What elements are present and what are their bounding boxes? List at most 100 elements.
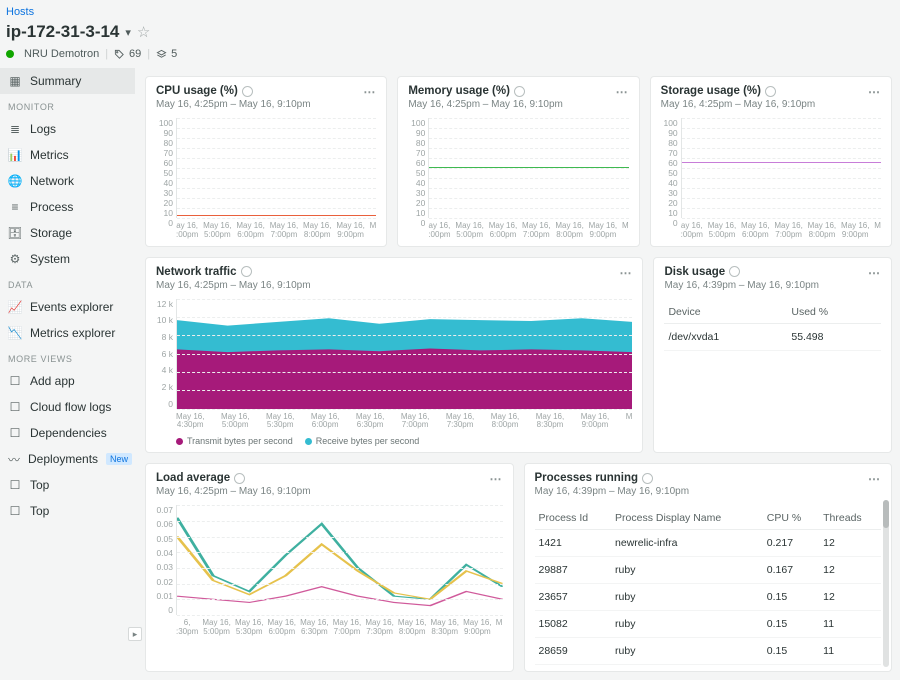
- sidebar-item-label: Logs: [30, 122, 56, 136]
- tag-icon: [114, 49, 125, 60]
- card-menu-icon[interactable]: ⋯: [868, 85, 881, 99]
- tag-count[interactable]: 69: [114, 48, 141, 60]
- related-count[interactable]: 5: [156, 48, 177, 60]
- sidebar-item-top[interactable]: ☐Top: [0, 472, 135, 498]
- table-header[interactable]: Device: [664, 301, 787, 324]
- network-icon: 🌐: [8, 174, 22, 188]
- card-menu-icon[interactable]: ⋯: [490, 472, 503, 486]
- info-icon[interactable]: [241, 266, 252, 277]
- info-icon[interactable]: [729, 266, 740, 277]
- sidebar-group-header: MORE VIEWS: [0, 346, 135, 368]
- mem-title: Memory usage (%): [408, 85, 510, 97]
- net-title: Network traffic: [156, 266, 237, 278]
- logs-icon: ≣: [8, 122, 22, 136]
- sidebar-item-label: Storage: [30, 226, 72, 240]
- info-icon[interactable]: [642, 473, 653, 484]
- legend-swatch: [176, 438, 183, 445]
- info-icon[interactable]: [234, 473, 245, 484]
- metrics-explorer-icon: 📉: [8, 326, 22, 340]
- sidebar-item-network[interactable]: 🌐Network: [0, 168, 135, 194]
- breadcrumb-bar: Hosts: [0, 0, 900, 22]
- card-menu-icon[interactable]: ⋯: [868, 472, 881, 486]
- events-explorer-icon: 📈: [8, 300, 22, 314]
- sidebar-item-top[interactable]: ☐Top: [0, 498, 135, 524]
- sidebar-item-process[interactable]: ≡ Process: [0, 194, 135, 220]
- sidebar-item-label: Deployments: [28, 452, 98, 466]
- sidebar-item-storage[interactable]: 🗄 Storage: [0, 220, 135, 246]
- legend-item: Receive bytes per second: [305, 436, 420, 446]
- sidebar-item-system[interactable]: ⚙System: [0, 246, 135, 272]
- info-icon[interactable]: [242, 86, 253, 97]
- sidebar-item-label: Top: [30, 504, 49, 518]
- table-header[interactable]: Process Id: [535, 507, 612, 530]
- dependencies-icon: ☐: [8, 426, 22, 440]
- table-row[interactable]: 28659ruby0.1511: [535, 638, 882, 665]
- sidebar-group-header: DATA: [0, 272, 135, 294]
- sidebar-item-label: Dependencies: [30, 426, 107, 440]
- table-row[interactable]: 15082ruby0.1511: [535, 611, 882, 638]
- scrollbar-thumb[interactable]: [883, 500, 889, 528]
- entity-meta-row: NRU Demotron | 69 | 5: [0, 46, 900, 68]
- processes-table: Process IdProcess Display NameCPU %Threa…: [535, 507, 882, 665]
- sidebar-item-label: Metrics: [30, 148, 69, 162]
- time-range: May 16, 4:25pm – May 16, 9:10pm: [156, 99, 376, 110]
- table-header[interactable]: Process Display Name: [611, 507, 763, 530]
- deployments-icon: 〰: [8, 452, 20, 466]
- page-title: ip-172-31-3-14: [6, 22, 119, 42]
- sidebar-item-dependencies[interactable]: ☐ Dependencies: [0, 420, 135, 446]
- table-header[interactable]: Used %: [787, 301, 881, 324]
- chevron-down-icon[interactable]: ▾: [125, 26, 131, 39]
- card-menu-icon[interactable]: ⋯: [868, 266, 881, 280]
- main-content: ⋯ CPU usage (%) May 16, 4:25pm – May 16,…: [135, 68, 900, 680]
- sidebar: ▦SummaryMONITOR≣Logs📊Metrics🌐Network≡Pro…: [0, 68, 135, 680]
- sidebar-item-label: System: [30, 252, 70, 266]
- time-range: May 16, 4:25pm – May 16, 9:10pm: [156, 486, 503, 497]
- metrics-icon: 📊: [8, 148, 22, 162]
- add-app-icon: ☐: [8, 374, 22, 388]
- table-row[interactable]: 23657ruby0.1512: [535, 584, 882, 611]
- sidebar-item-label: Cloud flow logs: [30, 400, 111, 414]
- summary-icon: ▦: [8, 74, 22, 88]
- breadcrumb-hosts[interactable]: Hosts: [6, 6, 34, 18]
- card-menu-icon[interactable]: ⋯: [363, 85, 376, 99]
- sidebar-collapse-icon[interactable]: ▸: [128, 627, 142, 641]
- sidebar-item-label: Metrics explorer: [30, 326, 115, 340]
- sidebar-item-label: Process: [30, 200, 73, 214]
- favorite-star-icon[interactable]: ☆: [137, 23, 150, 41]
- cloud-flow-logs-icon: ☐: [8, 400, 22, 414]
- account-name: NRU Demotron: [24, 48, 99, 60]
- sidebar-item-deployments[interactable]: 〰DeploymentsNew: [0, 446, 135, 472]
- storage-icon: 🗄: [8, 226, 22, 240]
- sto-title: Storage usage (%): [661, 85, 761, 97]
- sto-line: [682, 162, 881, 163]
- sidebar-item-add-app[interactable]: ☐Add app: [0, 368, 135, 394]
- time-range: May 16, 4:39pm – May 16, 9:10pm: [664, 280, 881, 291]
- top-icon: ☐: [8, 478, 22, 492]
- legend-swatch: [305, 438, 312, 445]
- stack-icon: [156, 49, 167, 60]
- sidebar-item-cloud-flow-logs[interactable]: ☐ Cloud flow logs: [0, 394, 135, 420]
- card-menu-icon[interactable]: ⋯: [616, 85, 629, 99]
- sidebar-item-metrics-explorer[interactable]: 📉 Metrics explorer: [0, 320, 135, 346]
- card-menu-icon[interactable]: ⋯: [619, 266, 632, 280]
- sidebar-item-events-explorer[interactable]: 📈Events explorer: [0, 294, 135, 320]
- table-row[interactable]: 1421newrelic-infra0.21712: [535, 530, 882, 557]
- proc-title: Processes running: [535, 472, 639, 484]
- info-icon[interactable]: [765, 86, 776, 97]
- cpu-line: [177, 215, 376, 216]
- process-icon: ≡: [8, 200, 22, 214]
- table-row[interactable]: /dev/xvda155.498: [664, 323, 881, 350]
- disk-title: Disk usage: [664, 266, 725, 278]
- table-header[interactable]: CPU %: [763, 507, 819, 530]
- processes-running-card: ⋯ Processes running May 16, 4:39pm – May…: [524, 463, 893, 672]
- time-range: May 16, 4:25pm – May 16, 9:10pm: [661, 99, 881, 110]
- table-header[interactable]: Threads: [819, 507, 881, 530]
- load-average-card: ⋯ Load average May 16, 4:25pm – May 16, …: [145, 463, 514, 672]
- table-row[interactable]: 29887ruby0.16712: [535, 557, 882, 584]
- sidebar-item-summary[interactable]: ▦Summary: [0, 68, 135, 94]
- storage-usage-card: ⋯ Storage usage (%) May 16, 4:25pm – May…: [650, 76, 892, 247]
- time-range: May 16, 4:25pm – May 16, 9:10pm: [408, 99, 628, 110]
- sidebar-item-logs[interactable]: ≣ Logs: [0, 116, 135, 142]
- sidebar-item-metrics[interactable]: 📊 Metrics: [0, 142, 135, 168]
- info-icon[interactable]: [514, 86, 525, 97]
